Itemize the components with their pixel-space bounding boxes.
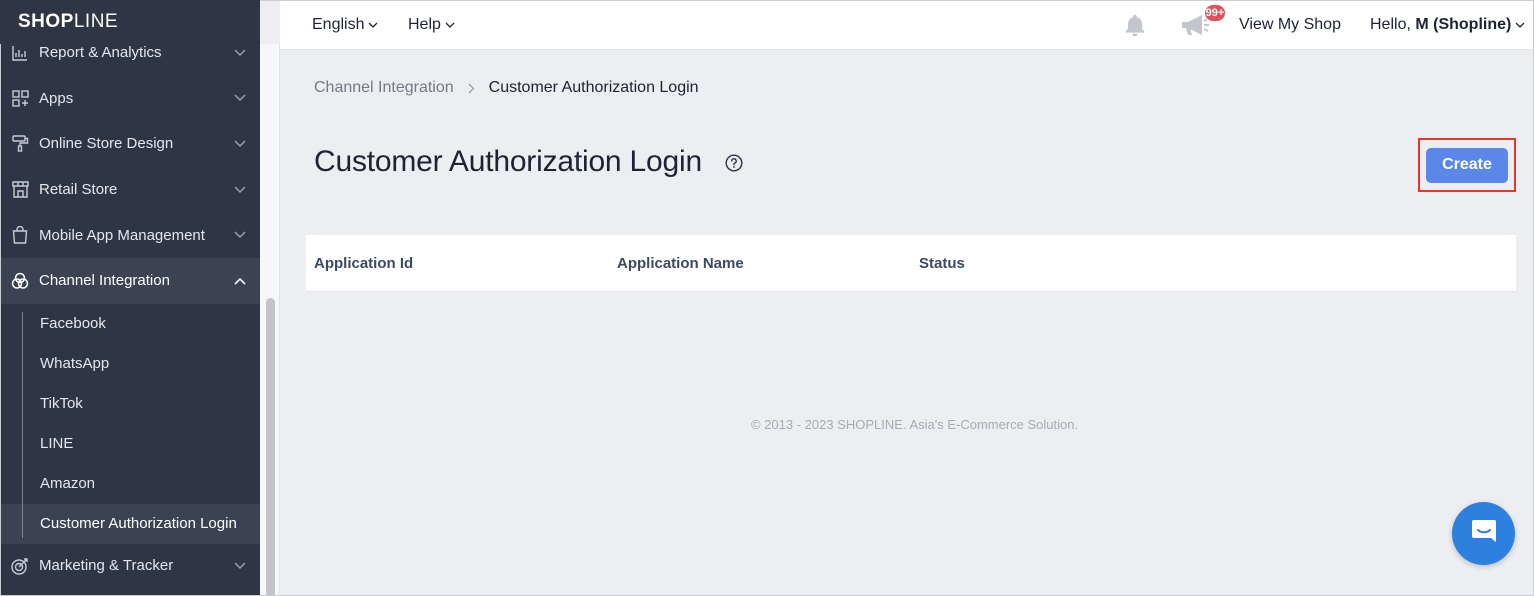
apps-grid-icon: [10, 88, 30, 108]
column-header-application-name: Application Name: [617, 255, 744, 272]
logo-text-thin: LINE: [73, 11, 119, 32]
sidebar-item-online-store-design[interactable]: Online Store Design: [0, 121, 260, 167]
sidebar-item-label: Mobile App Management: [39, 226, 205, 244]
create-button[interactable]: Create: [1426, 147, 1508, 183]
paint-roller-icon: [10, 134, 30, 154]
sidebar-item-mobile-app-management[interactable]: Mobile App Management: [0, 212, 260, 258]
sidebar-subitem-amazon[interactable]: Amazon: [0, 464, 260, 504]
sidebar-subitem-line[interactable]: LINE: [0, 424, 260, 464]
channel-circles-icon: [10, 271, 30, 291]
sidebar-item-label: Online Store Design: [39, 135, 174, 153]
greeting-text: Hello,: [1370, 16, 1411, 33]
notification-badge: 99+: [1204, 4, 1226, 22]
chevron-down-icon: [1515, 22, 1525, 28]
submenu-rail: [22, 311, 23, 538]
column-header-application-id: Application Id: [314, 255, 414, 272]
breadcrumb-current: Customer Authorization Login: [488, 79, 699, 96]
chevron-down-icon: [445, 22, 455, 28]
chat-bubble-icon: [1469, 516, 1499, 551]
help-label: Help: [408, 16, 441, 33]
sidebar-scrollbar[interactable]: [260, 44, 280, 596]
logo-bar: SHOPLINE: [0, 0, 260, 44]
breadcrumb: Channel Integration Customer Authorizati…: [314, 78, 699, 98]
help-dropdown[interactable]: Help: [408, 0, 455, 50]
sidebar-item-label: Marketing & Tracker: [39, 557, 174, 575]
create-button-highlight: Create: [1418, 138, 1516, 192]
sidebar-subitem-tiktok[interactable]: TikTok: [0, 384, 260, 424]
top-bar: English Help View My Shop Hello, M (Shop…: [280, 0, 1534, 50]
sidebar-subitem-whatsapp[interactable]: WhatsApp: [0, 344, 260, 384]
chat-support-button[interactable]: [1452, 502, 1515, 565]
notification-bell-icon[interactable]: [1122, 0, 1148, 50]
channel-integration-submenu: Facebook WhatsApp TikTok LINE Amazon Cus…: [0, 304, 260, 544]
sidebar-item-channel-integration[interactable]: Channel Integration: [0, 257, 260, 304]
sidebar-item-label: Retail Store: [39, 181, 118, 199]
sidebar: Report & Analytics Apps Online Store Des…: [0, 0, 260, 596]
chevron-down-icon: [368, 22, 378, 28]
chevron-right-icon: [468, 83, 475, 94]
view-my-shop-link[interactable]: View My Shop: [1239, 0, 1341, 50]
sidebar-item-marketing-tracker[interactable]: Marketing & Tracker: [0, 544, 260, 588]
sidebar-nav: Report & Analytics Apps Online Store Des…: [0, 30, 260, 588]
view-my-shop-label: View My Shop: [1239, 16, 1341, 33]
sidebar-item-apps[interactable]: Apps: [0, 76, 260, 122]
applications-table: Application Id Application Name Status: [306, 235, 1516, 292]
chevron-down-icon: [234, 138, 246, 150]
chevron-down-icon: [234, 47, 246, 59]
storefront-icon: [10, 180, 30, 200]
breadcrumb-link-channel-integration[interactable]: Channel Integration: [314, 79, 454, 97]
page-title: Customer Authorization Login: [314, 145, 702, 178]
target-icon: [10, 556, 30, 576]
shopline-logo[interactable]: SHOPLINE: [18, 11, 118, 33]
language-dropdown[interactable]: English: [312, 0, 378, 50]
chevron-down-icon: [234, 184, 246, 196]
logo-text-bold: SHOP: [18, 11, 74, 32]
user-menu[interactable]: Hello, M (Shopline): [1370, 0, 1525, 50]
sidebar-item-label: Channel Integration: [39, 272, 170, 290]
column-header-status: Status: [919, 255, 965, 272]
question-circle-icon[interactable]: [725, 154, 743, 172]
chevron-down-icon: [234, 229, 246, 241]
chevron-down-icon: [234, 92, 246, 104]
sidebar-item-retail-store[interactable]: Retail Store: [0, 167, 260, 213]
chevron-down-icon: [234, 560, 246, 572]
sidebar-subitem-facebook[interactable]: Facebook: [0, 304, 260, 344]
sidebar-item-label: Apps: [39, 89, 74, 107]
shopping-bag-icon: [10, 225, 30, 245]
chart-icon: [10, 43, 30, 63]
footer-copyright: © 2013 - 2023 SHOPLINE. Asia's E-Commerc…: [751, 417, 1079, 432]
language-label: English: [312, 16, 365, 33]
chevron-up-icon: [234, 275, 246, 287]
user-name: M (Shopline): [1415, 16, 1512, 33]
sidebar-item-label: Report & Analytics: [39, 44, 162, 62]
scrollbar-thumb[interactable]: [266, 298, 275, 596]
sidebar-subitem-customer-authorization-login[interactable]: Customer Authorization Login: [0, 503, 260, 544]
